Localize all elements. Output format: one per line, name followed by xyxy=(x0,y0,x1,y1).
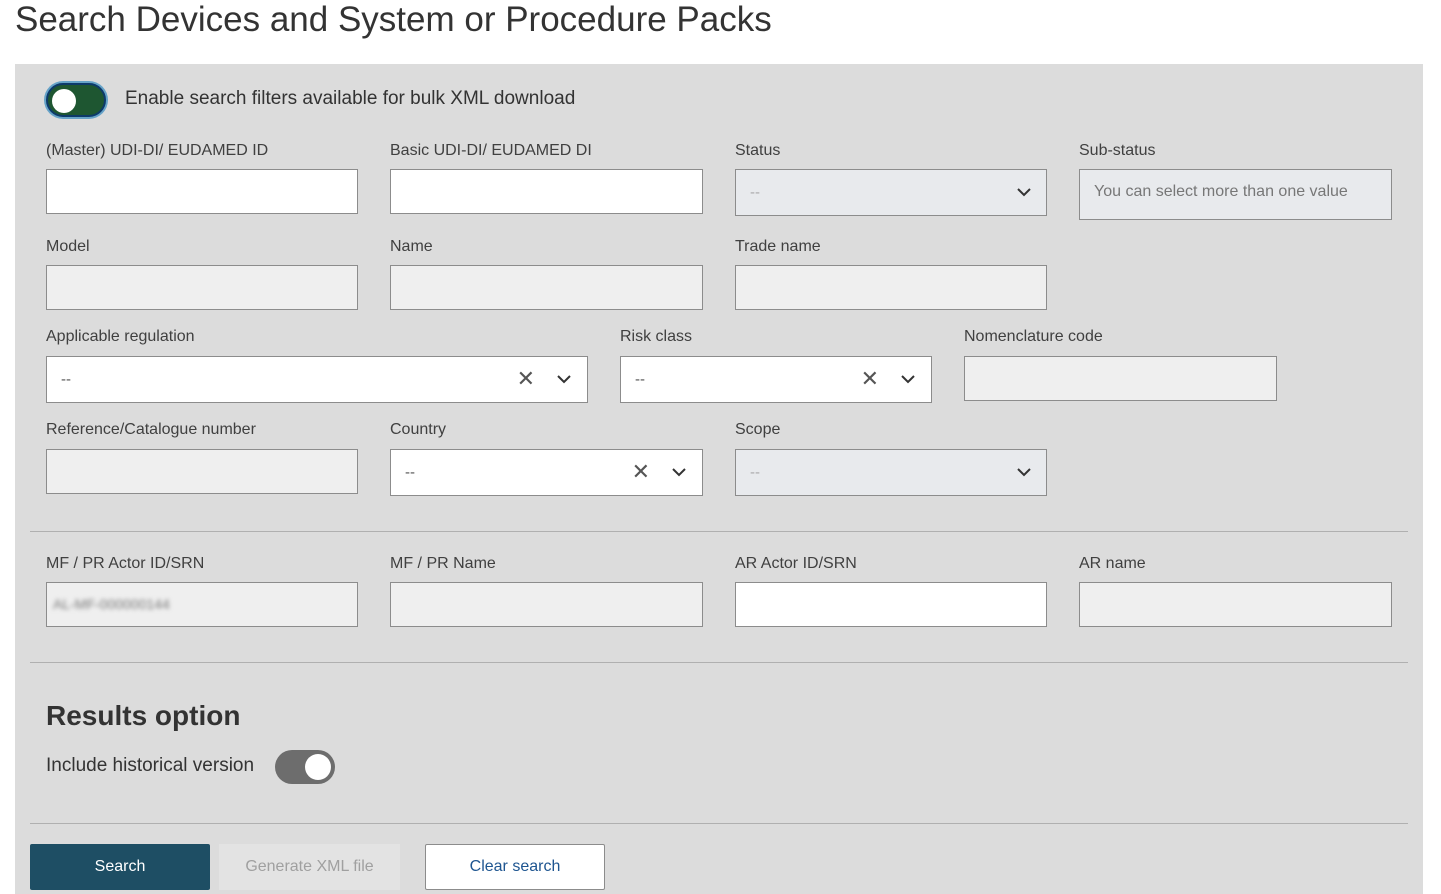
historical-version-toggle[interactable] xyxy=(275,750,335,784)
applicable-regulation-label: Applicable regulation xyxy=(46,328,195,345)
model-input[interactable] xyxy=(46,265,358,310)
applicable-regulation-value: -- xyxy=(61,371,71,388)
bulk-xml-toggle-label: Enable search filters available for bulk… xyxy=(125,88,576,109)
basic-udi-input[interactable] xyxy=(390,169,703,214)
section-divider xyxy=(30,662,1408,663)
close-icon[interactable]: ✕ xyxy=(861,368,879,390)
ar-name-label: AR name xyxy=(1079,555,1146,572)
mf-pr-actor-id-value: AL-MF-000000144 xyxy=(53,596,170,612)
risk-class-value: -- xyxy=(635,371,645,388)
mf-pr-actor-id-label: MF / PR Actor ID/SRN xyxy=(46,555,205,572)
status-label: Status xyxy=(735,142,781,159)
risk-class-select[interactable]: -- ✕ xyxy=(620,356,932,403)
toggle-knob xyxy=(305,754,331,780)
country-select[interactable]: -- ✕ xyxy=(390,449,703,496)
basic-udi-label: Basic UDI-DI/ EUDAMED DI xyxy=(390,142,592,159)
model-label: Model xyxy=(46,238,90,255)
mf-pr-name-label: MF / PR Name xyxy=(390,555,496,572)
results-option-heading: Results option xyxy=(46,700,241,731)
trade-name-input[interactable] xyxy=(735,265,1047,310)
section-divider xyxy=(30,531,1408,532)
mf-pr-name-input[interactable] xyxy=(390,582,703,627)
status-value: -- xyxy=(750,184,760,201)
chevron-down-icon[interactable] xyxy=(900,371,916,387)
toggle-knob xyxy=(52,89,76,113)
applicable-regulation-select[interactable]: -- ✕ xyxy=(46,356,588,403)
search-button[interactable]: Search xyxy=(30,844,210,890)
search-panel: Enable search filters available for bulk… xyxy=(15,64,1423,894)
sub-status-multiselect[interactable]: You can select more than one value xyxy=(1079,169,1392,220)
nomenclature-code-label: Nomenclature code xyxy=(964,328,1103,345)
reference-number-input[interactable] xyxy=(46,449,358,494)
close-icon[interactable]: ✕ xyxy=(517,368,535,390)
ar-actor-id-label: AR Actor ID/SRN xyxy=(735,555,857,572)
section-divider xyxy=(30,823,1408,824)
page-title: Search Devices and System or Procedure P… xyxy=(15,0,772,39)
mf-pr-actor-id-input[interactable]: AL-MF-000000144 xyxy=(46,582,358,627)
close-icon[interactable]: ✕ xyxy=(632,461,650,483)
ar-actor-id-input[interactable] xyxy=(735,582,1047,627)
reference-number-label: Reference/Catalogue number xyxy=(46,421,256,438)
chevron-down-icon[interactable] xyxy=(556,371,572,387)
country-value: -- xyxy=(405,464,415,481)
historical-version-label: Include historical version xyxy=(46,755,255,776)
nomenclature-code-input[interactable] xyxy=(964,356,1277,401)
generate-xml-button[interactable]: Generate XML file xyxy=(219,844,400,890)
name-label: Name xyxy=(390,238,433,255)
status-select[interactable]: -- xyxy=(735,169,1047,216)
scope-label: Scope xyxy=(735,421,781,438)
chevron-down-icon xyxy=(1017,468,1031,477)
scope-select[interactable]: -- xyxy=(735,449,1047,496)
trade-name-label: Trade name xyxy=(735,238,821,255)
sub-status-placeholder: You can select more than one value xyxy=(1094,183,1348,200)
risk-class-label: Risk class xyxy=(620,328,693,345)
master-udi-label: (Master) UDI-DI/ EUDAMED ID xyxy=(46,142,269,159)
scope-value: -- xyxy=(750,464,760,481)
country-label: Country xyxy=(390,421,447,438)
ar-name-input[interactable] xyxy=(1079,582,1392,627)
clear-search-button[interactable]: Clear search xyxy=(425,844,605,890)
master-udi-input[interactable] xyxy=(46,169,358,214)
bulk-xml-toggle[interactable] xyxy=(46,83,106,117)
chevron-down-icon[interactable] xyxy=(671,464,687,480)
name-input[interactable] xyxy=(390,265,703,310)
sub-status-label: Sub-status xyxy=(1079,142,1156,159)
chevron-down-icon xyxy=(1017,188,1031,197)
